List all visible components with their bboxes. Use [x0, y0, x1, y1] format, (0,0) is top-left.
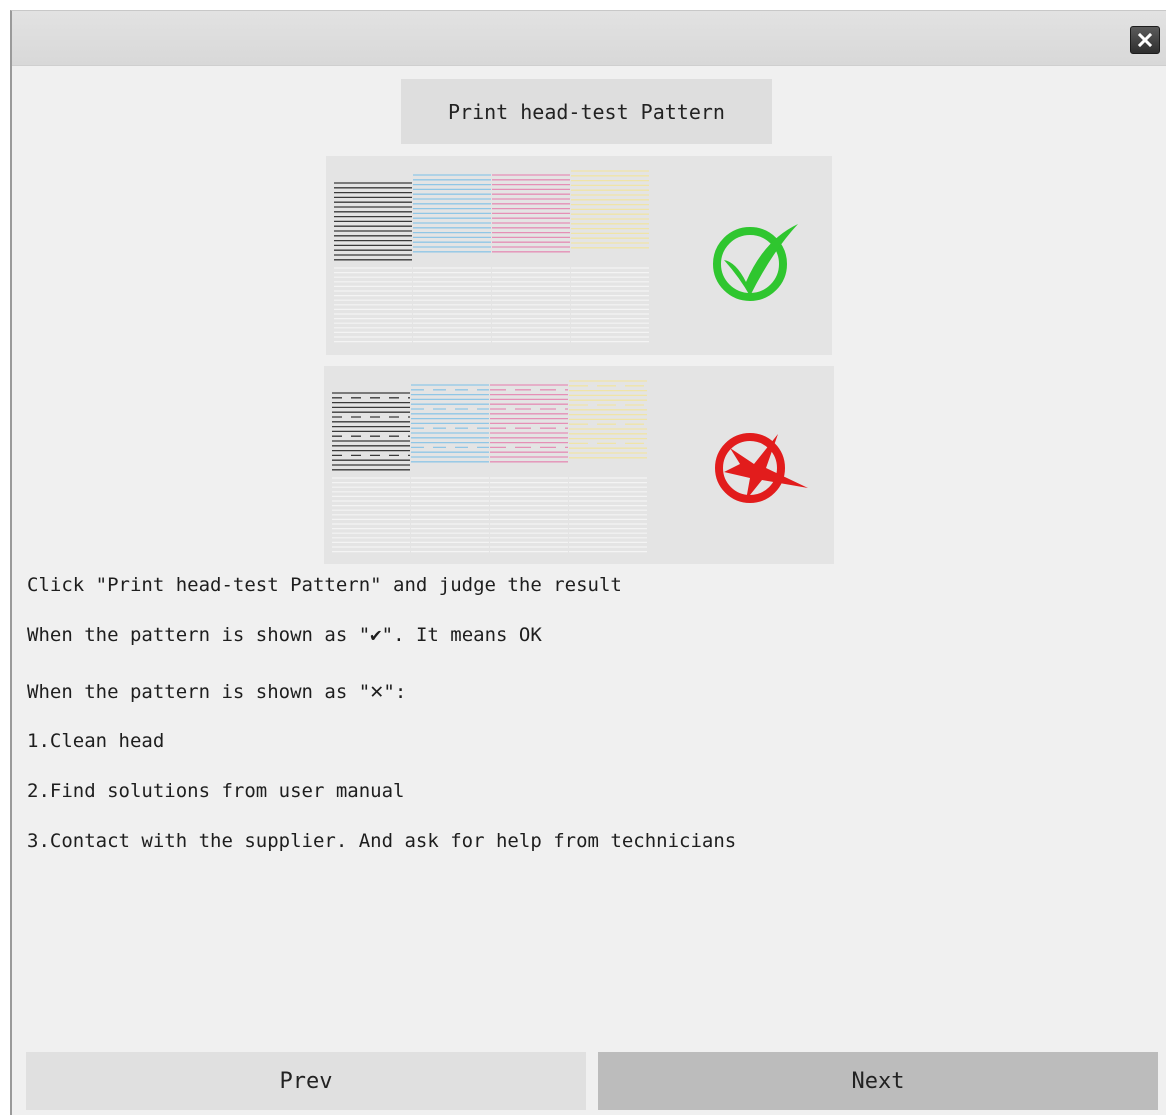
cross-mark-icon: ✕ — [370, 679, 384, 704]
instruction-line-ok: When the pattern is shown as "✔". It mea… — [27, 624, 542, 646]
step-contact-supplier: 3.Contact with the supplier. And ask for… — [27, 830, 737, 852]
cross-circle-icon — [715, 433, 808, 503]
title-bar — [12, 11, 1166, 66]
prev-button[interactable]: Prev — [26, 1052, 586, 1110]
check-circle-icon — [713, 224, 798, 301]
bad-text-suffix: ": — [383, 681, 407, 703]
step-clean-head: 1.Clean head — [27, 730, 165, 752]
next-button[interactable]: Next — [598, 1052, 1158, 1110]
bad-pattern-example — [324, 366, 834, 564]
step-user-manual: 2.Find solutions from user manual — [27, 780, 405, 802]
ok-text-prefix: When the pattern is shown as " — [27, 624, 371, 646]
print-head-test-pattern-button[interactable]: Print head-test Pattern — [401, 79, 772, 144]
good-pattern-example — [326, 156, 832, 355]
close-x-icon — [1137, 32, 1153, 48]
bad-text-prefix: When the pattern is shown as " — [27, 681, 371, 703]
instruction-line-bad: When the pattern is shown as "✕": — [27, 679, 406, 704]
ok-text-suffix: ". It means OK — [381, 624, 542, 646]
printhead-test-dialog: Print head-test Pattern Click "Print hea… — [10, 10, 1166, 1115]
good-nozzle-pattern-image — [334, 170, 649, 343]
check-mark-icon: ✔ — [370, 624, 382, 646]
close-button[interactable] — [1130, 26, 1160, 54]
instruction-line-1: Click "Print head-test Pattern" and judg… — [27, 574, 622, 596]
bad-nozzle-pattern-image — [332, 380, 647, 553]
